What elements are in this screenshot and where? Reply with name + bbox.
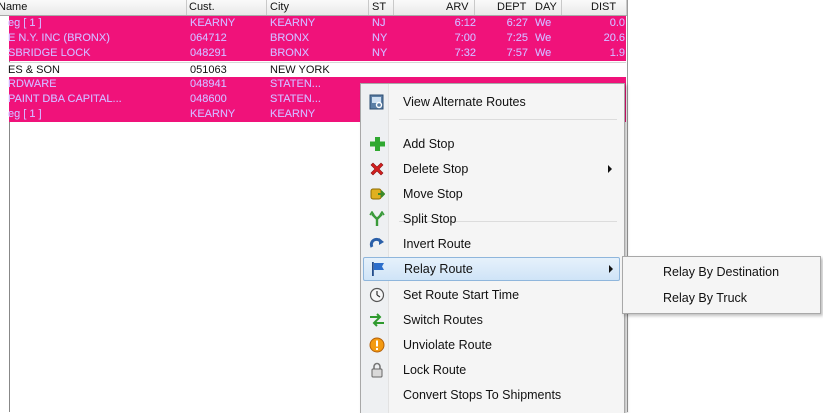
cell-arv: 7:00 — [454, 32, 476, 44]
cell-city: KEARNY — [270, 108, 316, 120]
menu-item-label: Lock Route — [403, 363, 467, 377]
warning-icon — [369, 337, 385, 353]
col-header-arv[interactable]: ARV — [446, 1, 468, 13]
table-row[interactable]: SBRIDGE LOCK 048291 BRONX NY 7:32 7:57 We 1.9 — [8, 46, 626, 61]
cell-st: NJ — [372, 17, 386, 29]
menu-item-label: Add Stop — [403, 137, 455, 151]
cell-day: We — [535, 47, 552, 59]
col-header-name[interactable]: Name — [0, 1, 27, 13]
menu-item-relay-route[interactable]: Relay Route — [363, 257, 620, 281]
cell-name: ES & SON — [8, 64, 60, 76]
cell-city: STATEN... — [270, 93, 321, 105]
menu-item-label: Relay Route — [404, 262, 473, 276]
cell-city: KEARNY — [270, 17, 316, 29]
menu-item-delete-stop[interactable]: Delete Stop — [363, 157, 620, 181]
menu-item-label: Convert Stops To Shipments — [403, 388, 562, 402]
col-header-dept[interactable]: DEPT — [497, 1, 526, 13]
route-context-menu: View Alternate Routes Add Stop Delete Stop… — [360, 83, 625, 413]
menu-item-split-stop[interactable]: Split Stop — [363, 207, 620, 231]
view-routes-icon — [369, 94, 385, 110]
menu-item-move-stop[interactable]: Move Stop — [363, 182, 620, 206]
submenu-relay-by-destination[interactable]: Relay By Destination — [663, 265, 779, 279]
menu-item-invert-route[interactable]: Invert Route — [363, 232, 620, 256]
relay-route-submenu: Relay By Destination Relay By Truck — [622, 256, 821, 314]
cell-cust: 064712 — [190, 32, 227, 44]
cell-name: eg [ 1 ] — [8, 108, 42, 120]
col-header-day[interactable]: DAY — [535, 1, 557, 13]
add-plus-icon — [369, 136, 385, 152]
table-row[interactable]: E N.Y. INC (BRONX) 064712 BRONX NY 7:00 7:25 W… — [8, 31, 626, 46]
cell-dist: 20.6 — [603, 32, 625, 44]
cell-name: SBRIDGE LOCK — [8, 47, 91, 59]
cell-cust: KEARNY — [190, 17, 236, 29]
cell-name: PAINT DBA CAPITAL... — [8, 93, 122, 105]
cell-arv: 7:32 — [454, 47, 476, 59]
move-stop-icon — [369, 186, 386, 202]
delete-x-icon — [369, 161, 385, 177]
flag-icon — [370, 261, 386, 277]
submenu-relay-by-truck[interactable]: Relay By Truck — [663, 291, 747, 305]
menu-item-label: Split Stop — [403, 212, 457, 226]
menu-item-lock-route[interactable]: Lock Route — [363, 358, 620, 382]
cell-dist: 0.0 — [609, 17, 625, 29]
col-header-st[interactable]: ST — [372, 1, 386, 13]
menu-item-label: Delete Stop — [403, 162, 469, 176]
clock-icon — [369, 287, 385, 303]
menu-item-set-route-start-time[interactable]: Set Route Start Time — [363, 283, 620, 307]
cell-city: STATEN... — [270, 78, 321, 90]
cell-city: BRONX — [270, 47, 310, 59]
switch-arrows-icon — [369, 312, 385, 328]
cell-cust: 048941 — [190, 78, 227, 90]
cell-city: BRONX — [270, 32, 310, 44]
cell-name: E N.Y. INC (BRONX) — [8, 32, 110, 44]
cell-cust: 051063 — [190, 64, 227, 76]
menu-item-label: Move Stop — [403, 187, 463, 201]
submenu-arrow-icon — [609, 265, 613, 273]
menu-item-label: Unviolate Route — [403, 338, 492, 352]
cell-name: eg [ 1 ] — [8, 17, 42, 29]
col-header-dist[interactable]: DIST — [591, 1, 616, 13]
submenu-arrow-icon — [608, 165, 612, 173]
menu-item-switch-routes[interactable]: Switch Routes — [363, 308, 620, 332]
cell-city: NEW YORK — [270, 64, 330, 76]
menu-item-label: Invert Route — [403, 237, 472, 251]
cell-cust: KEARNY — [190, 108, 236, 120]
split-icon — [369, 210, 385, 227]
invert-arrow-icon — [369, 236, 385, 252]
menu-item-label: View Alternate Routes — [403, 95, 526, 109]
menu-item-unviolate-route[interactable]: Unviolate Route — [363, 333, 620, 357]
grid-header: Name Cust. City ST ARV DEPT DAY DIST — [0, 0, 627, 16]
cell-st: NY — [372, 32, 388, 44]
cell-name: RDWARE — [8, 78, 57, 90]
menu-item-convert-stops-to-shipments[interactable]: Convert Stops To Shipments — [363, 383, 620, 407]
menu-item-add-stop[interactable]: Add Stop — [363, 132, 620, 156]
cell-dist: 1.9 — [609, 47, 625, 59]
cell-cust: 048291 — [190, 47, 227, 59]
cell-dept: 6:27 — [506, 17, 528, 29]
menu-item-label: Switch Routes — [403, 313, 483, 327]
table-row[interactable]: ES & SON 051063 NEW YORK — [8, 62, 626, 78]
col-header-city[interactable]: City — [270, 1, 289, 13]
cell-dept: 7:57 — [506, 47, 528, 59]
table-row[interactable]: eg [ 1 ] KEARNY KEARNY NJ 6:12 6:27 We 0.0 — [8, 16, 626, 31]
cell-st: NY — [372, 47, 388, 59]
cell-dept: 7:25 — [506, 32, 528, 44]
cell-arv: 6:12 — [454, 17, 476, 29]
menu-item-view-alternate-routes[interactable]: View Alternate Routes — [363, 90, 620, 114]
cell-day: We — [535, 17, 552, 29]
col-header-cust[interactable]: Cust. — [189, 1, 215, 13]
menu-item-label: Set Route Start Time — [403, 288, 520, 302]
cell-cust: 048600 — [190, 93, 227, 105]
cell-day: We — [535, 32, 552, 44]
menu-separator — [399, 119, 617, 120]
lock-icon — [369, 362, 385, 378]
